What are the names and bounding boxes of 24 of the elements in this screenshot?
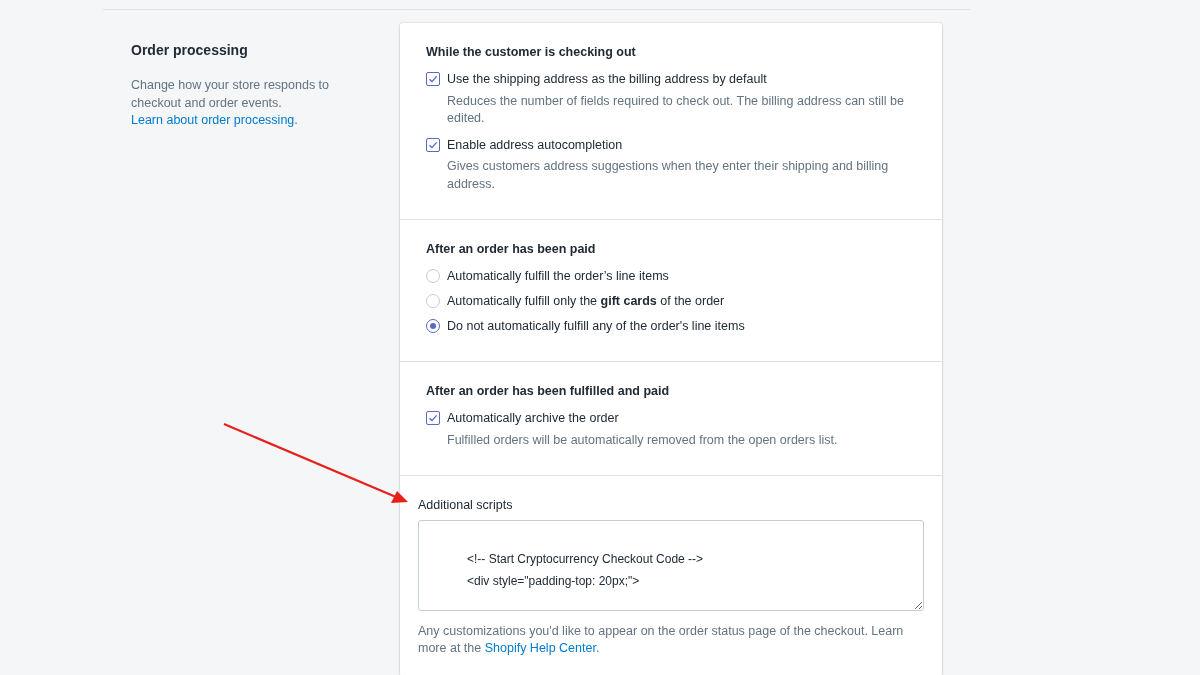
option-label: Automatically fulfill only the gift cards of the order bbox=[447, 292, 725, 310]
checkbox[interactable] bbox=[426, 137, 440, 152]
group-heading: While the customer is checking out bbox=[426, 44, 637, 61]
option-label: Enable address autocompletion bbox=[447, 136, 623, 154]
field-label: Additional scripts bbox=[418, 497, 514, 515]
field-help-text: Any customizations you'd like to appear on the order status page of the checkout. Learn more at the Shopify Help Center. bbox=[418, 622, 905, 658]
option-help-text: Gives customers address suggestions when they enter their shipping and billing address. bbox=[447, 158, 890, 193]
option-label: Use the shipping address as the billing address by default bbox=[447, 70, 767, 88]
section-title: Order processing bbox=[131, 41, 249, 60]
help-center-link[interactable]: Shopify Help Center bbox=[484, 641, 596, 656]
option-label: Automatically fulfill the order’s line items bbox=[447, 268, 669, 285]
option-label: Automatically archive the order bbox=[447, 410, 619, 427]
option-help-text: Fulfilled orders will be automatically removed from the open orders list. bbox=[447, 431, 839, 449]
group-heading: After an order has been paid bbox=[426, 241, 597, 259]
group-heading: After an order has been fulfilled and paid bbox=[426, 383, 671, 401]
option-help-text: Reduces the number of fields required to check out. The billing address can still be edited. bbox=[447, 92, 905, 127]
checkmark-icon bbox=[428, 74, 438, 85]
section-description: Change how your store responds to checkout and order events. Learn about order processing. bbox=[131, 77, 331, 129]
scripts-text-area[interactable]: <!-- Start Cryptocurrency Checkout Code --> <div style="padding-top: 20px;"> bbox=[418, 520, 924, 611]
checkmark-icon bbox=[428, 139, 438, 150]
checkbox[interactable] bbox=[426, 411, 440, 426]
option-label: Do not automatically fulfill any of the order's line items bbox=[447, 317, 745, 335]
checkbox[interactable] bbox=[426, 72, 440, 87]
checkmark-icon bbox=[428, 413, 438, 424]
